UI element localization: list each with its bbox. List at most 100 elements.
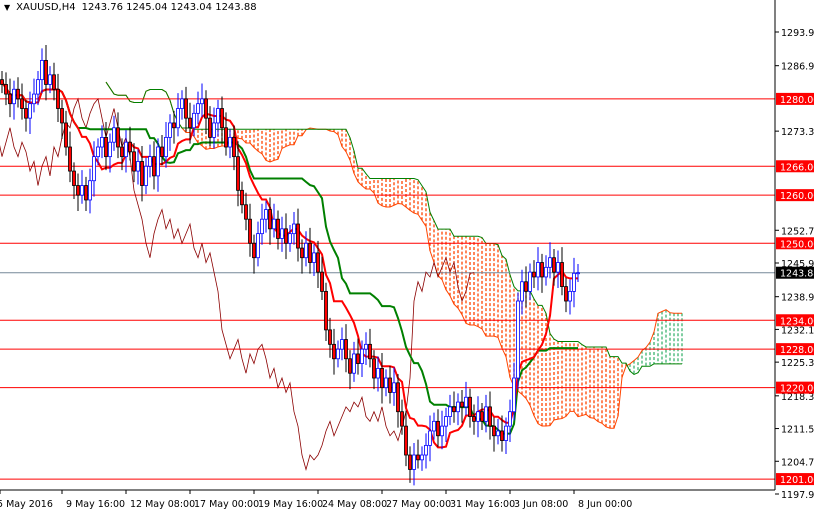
candle-body xyxy=(4,84,8,95)
candle-body xyxy=(544,266,548,278)
time-tick-label: 9 May 16:00 xyxy=(66,499,125,510)
candle-body xyxy=(496,430,500,437)
candle-body xyxy=(548,257,552,268)
time-tick-label: 3 Jun 08:00 xyxy=(514,499,568,510)
candle-body xyxy=(240,189,244,206)
candle-body xyxy=(320,271,324,292)
candle-body xyxy=(512,377,516,413)
candle-body xyxy=(104,136,108,158)
candle-body xyxy=(92,156,96,182)
level-label: 1228.00 xyxy=(780,345,814,356)
candle-body xyxy=(172,122,176,129)
candle-body xyxy=(116,127,120,148)
candle-body xyxy=(344,339,348,360)
candle-body xyxy=(364,343,368,350)
candle-body xyxy=(244,204,248,220)
candle-body xyxy=(212,122,216,138)
candle-body xyxy=(324,290,328,331)
time-tick-label: 31 May 16:00 xyxy=(450,499,515,510)
candle-body xyxy=(368,343,372,360)
candle-body xyxy=(416,454,420,461)
candle-body xyxy=(420,454,424,461)
chikou-span xyxy=(0,97,475,471)
candle-body xyxy=(428,430,432,446)
level-label: 1260.00 xyxy=(780,191,814,202)
candle-body xyxy=(316,252,320,273)
candle-body xyxy=(380,367,384,389)
candle-body xyxy=(408,454,412,470)
level-label: 1234.00 xyxy=(780,316,814,327)
kijun-sen xyxy=(1,81,578,435)
candle-body xyxy=(152,156,156,177)
candle-body xyxy=(44,59,48,85)
candle-body xyxy=(280,228,284,239)
candle-body xyxy=(24,108,28,119)
candle-body xyxy=(32,93,36,105)
candle-body xyxy=(404,425,408,456)
candle-body xyxy=(388,377,392,393)
candle-body xyxy=(452,406,456,413)
candle-body xyxy=(204,98,208,119)
candle-body xyxy=(272,218,276,230)
candle-body xyxy=(236,156,240,191)
level-label: 1220.00 xyxy=(780,384,814,395)
candle-body xyxy=(516,300,520,379)
candle-body xyxy=(400,411,404,427)
candle-body xyxy=(468,396,472,417)
candle-body xyxy=(184,98,188,119)
candle-body xyxy=(232,136,236,158)
candle-body xyxy=(276,218,280,239)
candle-body xyxy=(64,122,68,148)
price-tick-label: 1211.50 xyxy=(781,425,814,436)
candle-body xyxy=(456,401,460,413)
candle-body xyxy=(80,185,84,196)
candle-body xyxy=(524,281,528,292)
candle-body xyxy=(536,262,540,278)
candle-body xyxy=(372,358,376,379)
candle-body xyxy=(52,74,56,90)
candle-body xyxy=(136,161,140,172)
candle-body xyxy=(492,425,496,437)
time-tick-label: 5 May 2016 xyxy=(0,499,53,510)
candle-body xyxy=(140,161,144,186)
candle-body xyxy=(568,290,572,302)
candle-body xyxy=(120,146,124,158)
candle-body xyxy=(16,88,20,100)
candle-body xyxy=(460,401,464,408)
candle-body xyxy=(384,377,388,389)
level-label: 1266.00 xyxy=(780,162,814,173)
candle-body xyxy=(260,218,264,235)
candle-body xyxy=(432,420,436,432)
horizontal-levels xyxy=(0,98,775,480)
triangle-down-icon[interactable]: ▼ xyxy=(4,3,10,12)
candle-body xyxy=(396,382,400,413)
candle-body xyxy=(572,272,576,292)
candle-body xyxy=(532,271,536,278)
candle-body xyxy=(84,185,88,201)
candle-body xyxy=(188,117,192,129)
candle-body xyxy=(392,382,396,393)
candle-body xyxy=(292,223,296,235)
candle-body xyxy=(448,406,452,417)
candle-body xyxy=(40,59,44,81)
price-chart[interactable]: 1293.901286.901273.301252.701245.901238.… xyxy=(0,0,814,514)
candle-body xyxy=(436,420,440,437)
level-label: 1280.00 xyxy=(780,95,814,106)
price-tick-label: 1252.70 xyxy=(781,226,814,237)
chart-header: ▼ XAUUSD,H4 1243.76 1245.04 1243.04 1243… xyxy=(4,2,257,13)
candle-body xyxy=(180,98,184,109)
candle-body xyxy=(440,425,444,437)
candle-body xyxy=(464,396,468,408)
candle-body xyxy=(412,454,416,470)
candle-body xyxy=(540,262,544,278)
candle-body xyxy=(144,165,148,186)
candle-body xyxy=(332,343,336,360)
candle-body xyxy=(560,262,564,287)
candle-body xyxy=(196,103,200,114)
candle-body xyxy=(576,272,580,275)
candle-body xyxy=(148,156,152,167)
candle-body xyxy=(284,228,288,244)
price-tick-label: 1273.30 xyxy=(781,127,814,138)
price-tick-label: 1238.90 xyxy=(781,293,814,304)
candle-body xyxy=(124,141,128,158)
